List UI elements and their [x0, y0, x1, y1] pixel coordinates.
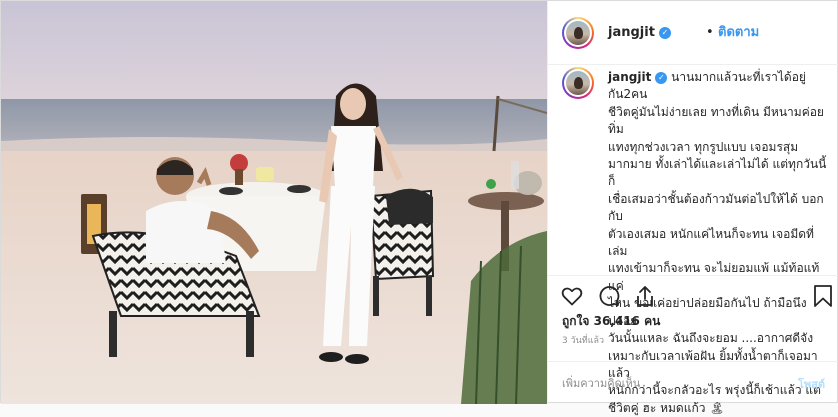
header-separator: •	[706, 25, 714, 40]
comment-icon[interactable]	[597, 284, 621, 308]
header-username[interactable]: jangjit ✓	[608, 25, 671, 41]
caption-username[interactable]: jangjit	[608, 70, 651, 84]
verified-badge-icon: ✓	[655, 71, 668, 84]
beach-dinner-photo	[1, 1, 547, 404]
header-username-text: jangjit	[608, 25, 655, 40]
post-photo[interactable]	[1, 1, 547, 404]
avatar-image	[566, 71, 590, 95]
avatar[interactable]	[562, 17, 594, 49]
post-comment-button[interactable]: โพสต์	[798, 375, 825, 393]
comment-box: โพสต์	[548, 361, 838, 404]
likes-count[interactable]: ถูกใจ 36,416 คน	[562, 313, 660, 329]
verified-badge-icon: ✓	[658, 26, 671, 39]
bookmark-icon[interactable]	[812, 284, 834, 308]
post-caption: jangjit ✓ นานมากแล้วนะที่เราได้อยู่กัน2คน…	[548, 65, 838, 415]
follow-button[interactable]: ติดตาม	[718, 25, 759, 41]
post-timestamp[interactable]: 3 วันที่แล้ว	[562, 335, 604, 347]
post-header: jangjit ✓ • ติดตาม	[548, 1, 838, 65]
share-icon[interactable]	[633, 284, 657, 308]
action-bar	[548, 275, 838, 315]
caption-avatar[interactable]	[562, 67, 594, 99]
comment-input[interactable]	[562, 372, 782, 394]
heart-icon[interactable]	[560, 284, 584, 308]
post-sidebar: jangjit ✓ • ติดตาม jangjit ✓ นานมากแล้วนะท…	[547, 1, 838, 415]
instagram-post: jangjit ✓ • ติดตาม jangjit ✓ นานมากแล้วนะท…	[0, 0, 838, 415]
avatar-image	[566, 21, 590, 45]
